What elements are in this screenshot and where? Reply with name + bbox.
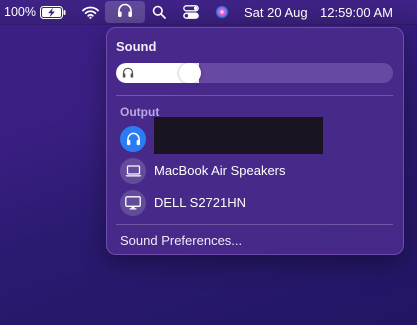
headphones-icon [122,67,134,78]
menu-bar-time[interactable]: 12:59:00 AM [320,0,416,24]
sound-panel: Sound Output MacBook Air Speakers DELL S… [106,27,404,255]
divider [116,95,393,96]
panel-title: Sound [116,39,157,54]
headphones-icon [120,126,146,152]
wifi-icon[interactable] [80,0,100,24]
divider [116,224,393,225]
headphones-icon [117,3,133,21]
control-center-icon[interactable] [182,0,200,24]
menu-bar-date[interactable]: Sat 20 Aug [244,0,308,24]
menu-bar: 100% Sat 20 Aug 12:59:00 AM [0,0,417,24]
laptop-icon [120,158,146,184]
search-icon[interactable] [150,0,168,24]
device-label: MacBook Air Speakers [154,163,286,178]
device-label: DELL S2721HN [154,195,247,210]
output-device-dell-monitor[interactable]: DELL S2721HN [107,188,403,218]
sound-menu-button[interactable] [105,1,145,23]
volume-slider-knob[interactable] [179,63,202,83]
sound-preferences-link[interactable]: Sound Preferences... [120,233,242,248]
output-device-macbook-speakers[interactable]: MacBook Air Speakers [107,156,403,186]
monitor-icon [120,190,146,216]
battery-percentage: 100% [4,5,36,19]
output-device-headphones[interactable] [107,117,403,154]
volume-slider[interactable] [116,63,393,83]
siri-icon[interactable] [213,0,231,24]
battery-charging-icon[interactable] [38,0,68,24]
redacted-device-name [154,117,323,154]
